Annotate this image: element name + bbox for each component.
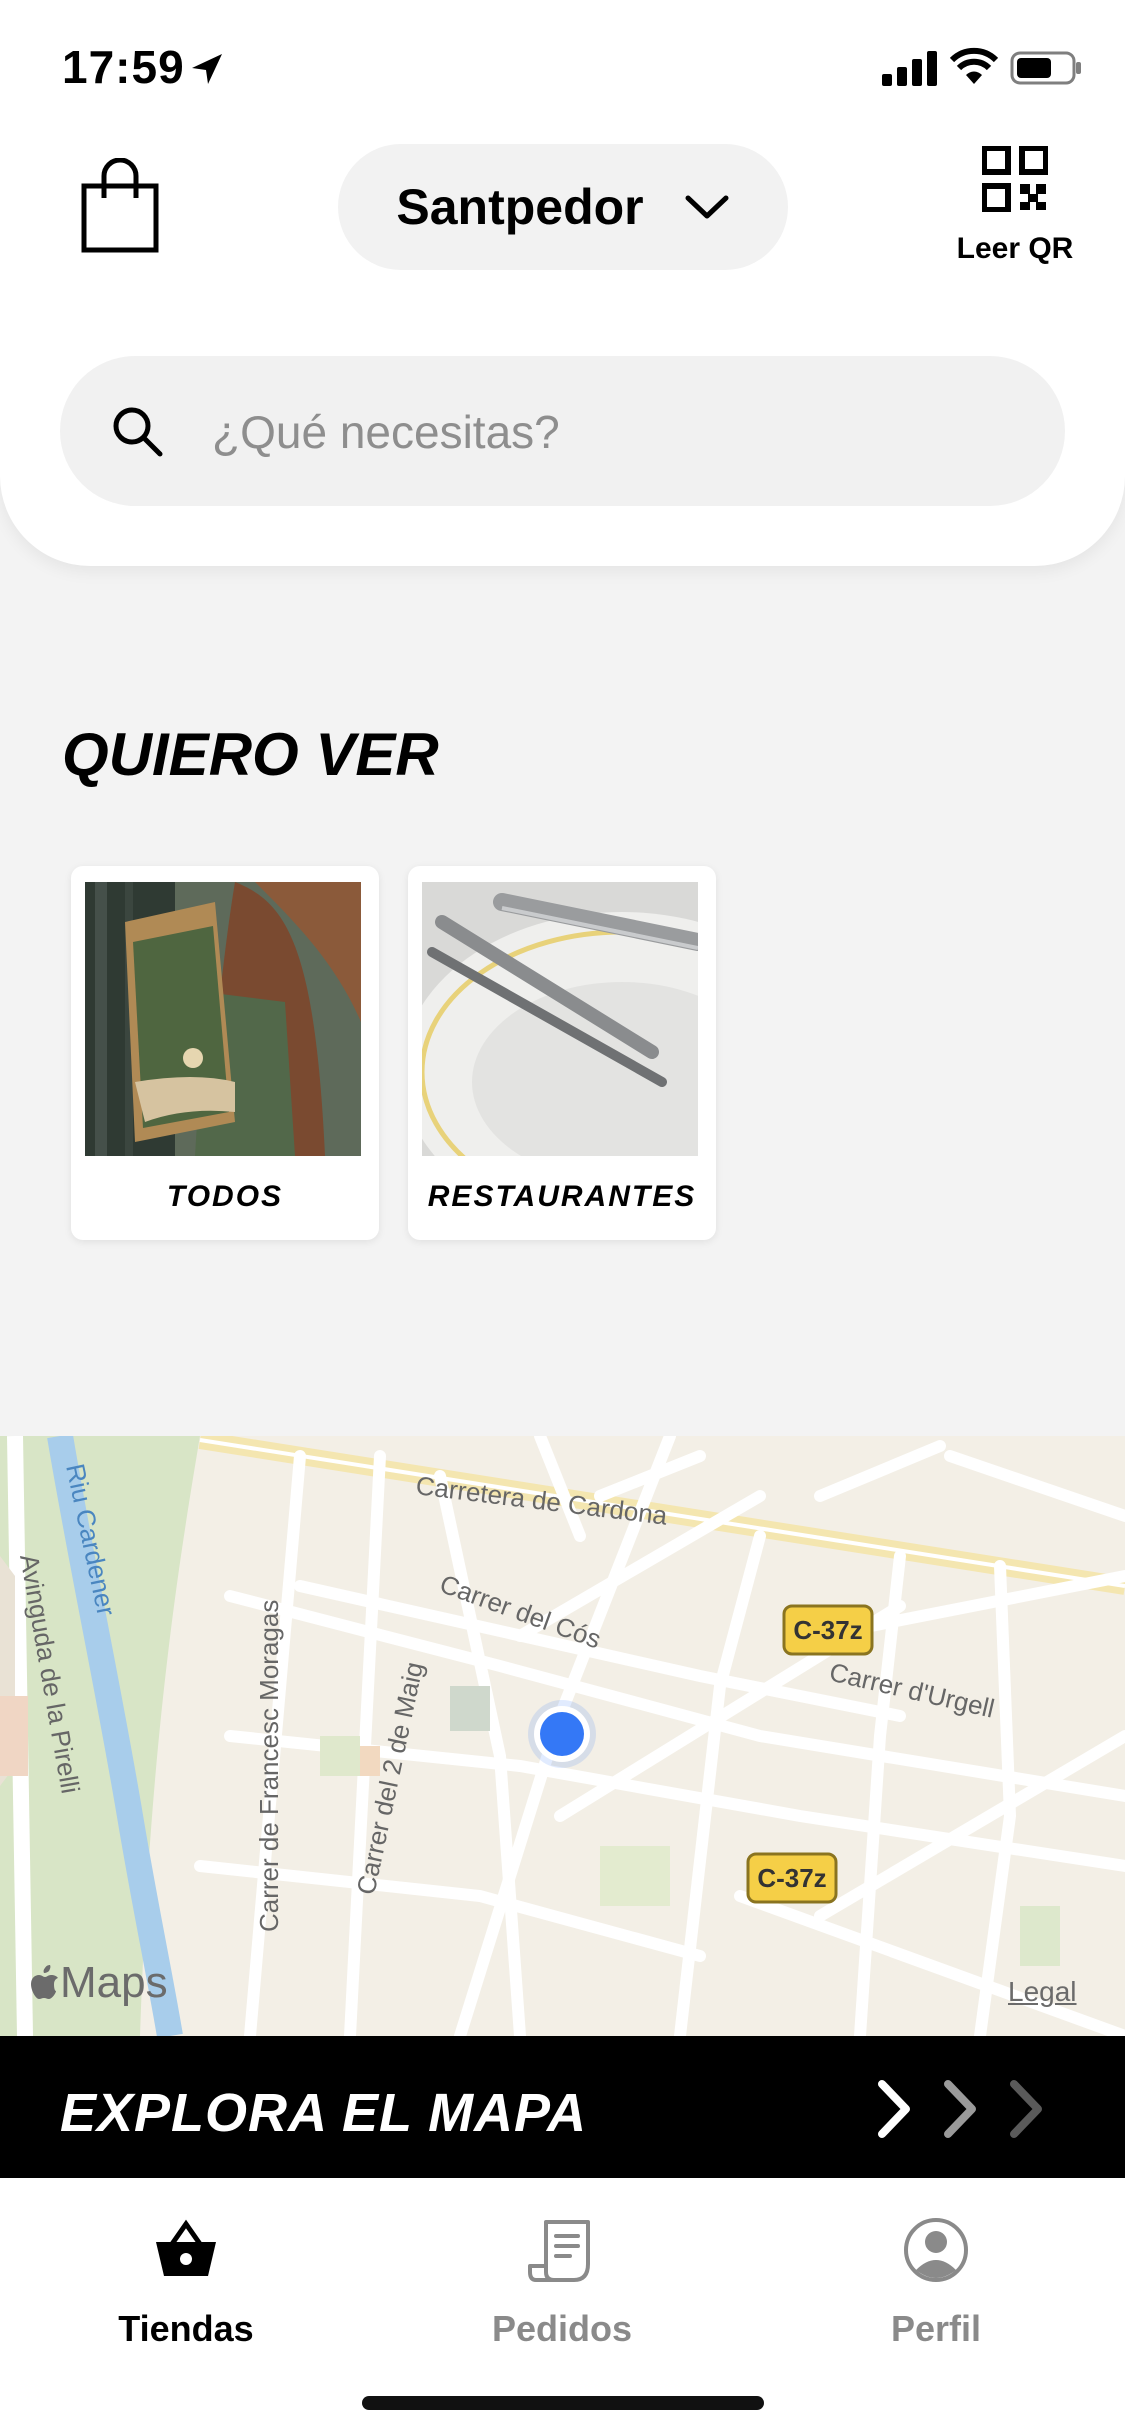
read-qr-button[interactable]: Leer QR [940,146,1090,276]
shopping-bag-icon [81,157,159,253]
svg-text:C-37z: C-37z [757,1863,826,1893]
apple-logo-icon [31,1965,58,1999]
shopping-bag-button[interactable] [80,157,160,254]
explore-map-label: EXPLORA EL MAPA [60,2083,588,2143]
location-selector[interactable]: Santpedor [338,144,788,270]
map-canvas: Carretera de Cardona Carrer del Cós Carr… [0,1436,1125,2036]
section-title: QUIERO VER [62,721,439,788]
category-card-todos[interactable]: TODOS [71,866,379,1240]
map-view[interactable]: Carretera de Cardona Carrer del Cós Carr… [0,1436,1125,2036]
category-label-restaurantes: RESTAURANTES [427,1180,697,1213]
chevron-right-icon [878,2080,1042,2138]
tab-perfil[interactable]: Perfil [786,2214,1086,2350]
search-input[interactable] [210,396,1034,468]
user-location-marker [528,1700,596,1768]
status-time: 17:59 [62,41,185,93]
legal-link[interactable]: Legal [1008,1976,1077,2008]
cellular-signal-icon [882,51,937,86]
search-icon [113,407,163,457]
tab-label-tiendas: Tiendas [118,2308,254,2349]
maps-brand: Maps [30,1958,168,2008]
road-badge-1: C-37z [782,1604,874,1656]
maps-brand-label: Maps [60,1958,168,2007]
category-image-todos [85,882,361,1156]
battery-icon [1010,51,1081,85]
qr-code-icon [982,146,1048,212]
tab-label-pedidos: Pedidos [491,2308,633,2349]
status-bar: 17:59 [0,0,1125,130]
search-bar[interactable] [60,356,1065,506]
category-label-todos: TODOS [166,1180,284,1213]
wifi-icon [950,47,998,84]
tab-tiendas[interactable]: Tiendas [36,2214,336,2350]
category-image-restaurantes [422,882,698,1156]
tab-label-perfil: Perfil [890,2308,982,2349]
location-label: Santpedor [396,179,644,235]
read-qr-label: Leer QR [956,232,1074,265]
tab-pedidos[interactable]: Pedidos [412,2214,712,2350]
category-card-restaurantes[interactable]: RESTAURANTES [408,866,716,1240]
explore-map-banner[interactable]: EXPLORA EL MAPA [0,2036,1125,2178]
home-indicator [362,2396,764,2410]
basket-icon [156,2219,216,2276]
receipt-icon [528,2220,590,2282]
svg-text:C-37z: C-37z [793,1615,862,1645]
street-label-moragas: Carrer de Francesc Moragas [254,1600,284,1932]
profile-icon [904,2218,968,2282]
chevron-down-icon [685,195,729,219]
location-arrow-icon [192,54,222,84]
road-badge-2: C-37z [746,1852,838,1904]
